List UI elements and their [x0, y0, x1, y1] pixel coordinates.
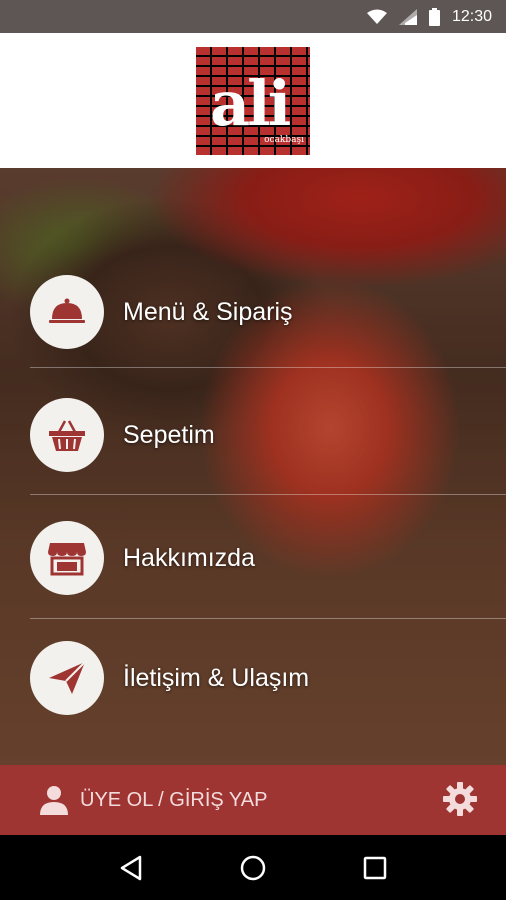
- back-button[interactable]: [109, 846, 153, 890]
- home-button[interactable]: [231, 846, 275, 890]
- clock-time: 12:30: [451, 7, 492, 25]
- login-button[interactable]: ÜYE OL / GİRİŞ YAP: [38, 785, 267, 815]
- menu-item-label: İletişim & Ulaşım: [123, 663, 310, 692]
- menu-item-label: Hakkımızda: [123, 543, 255, 572]
- home-icon: [240, 855, 266, 880]
- recents-button[interactable]: [353, 846, 397, 890]
- restaurant-logo: ali ocakbaşı: [196, 46, 310, 155]
- status-bar: 12:30: [0, 0, 506, 33]
- storefront-icon: [30, 521, 104, 595]
- logo-text: ali: [210, 66, 291, 140]
- user-icon: [40, 786, 68, 815]
- system-nav-bar: [0, 835, 506, 900]
- account-bar: ÜYE OL / GİRİŞ YAP: [0, 765, 506, 835]
- menu-item-contact[interactable]: İletişim & Ulaşım: [30, 640, 309, 716]
- back-icon: [120, 855, 142, 880]
- menu-item-menu-order[interactable]: Menü & Sipariş: [30, 274, 293, 350]
- menu-item-label: Sepetim: [123, 420, 215, 449]
- divider: [30, 494, 506, 495]
- divider: [30, 618, 506, 619]
- recents-icon: [363, 856, 387, 879]
- signal-icon: [398, 8, 417, 25]
- divider: [30, 367, 506, 368]
- cloche-icon: [30, 275, 104, 349]
- gear-icon: [443, 782, 477, 816]
- battery-icon: [428, 7, 440, 26]
- menu-item-label: Menü & Sipariş: [123, 297, 293, 326]
- menu-item-cart[interactable]: Sepetim: [30, 397, 215, 473]
- settings-button[interactable]: [442, 781, 478, 822]
- logo-subtext: ocakbaşı: [264, 134, 304, 145]
- login-label: ÜYE OL / GİRİŞ YAP: [80, 788, 268, 811]
- app-header: ali ocakbaşı: [0, 33, 506, 168]
- wifi-icon: [366, 9, 387, 24]
- menu-item-about[interactable]: Hakkımızda: [30, 520, 255, 596]
- basket-icon: [30, 398, 104, 472]
- paper-plane-icon: [30, 641, 104, 715]
